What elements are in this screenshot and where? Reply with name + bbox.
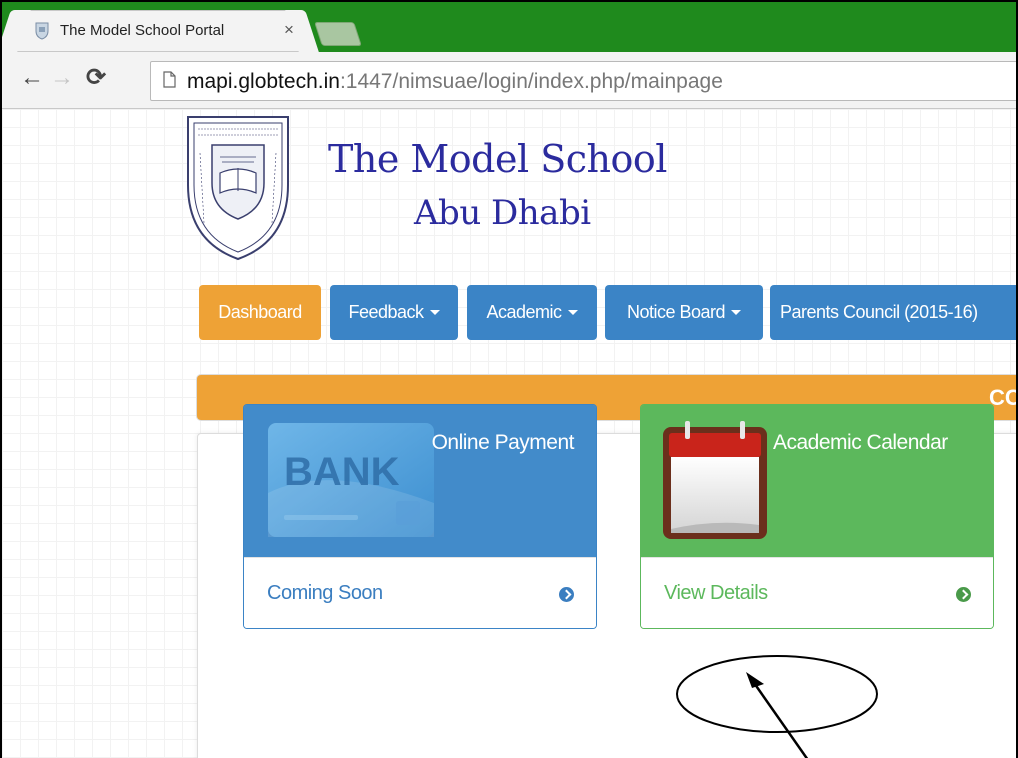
card-header: BANK Online Payment <box>244 405 596 557</box>
caret-down-icon <box>567 310 578 315</box>
school-logo[interactable] <box>182 113 294 263</box>
online-payment-card[interactable]: BANK Online Payment Coming Soon <box>243 404 597 629</box>
online-payment-title: Online Payment <box>431 431 575 454</box>
forward-arrow-icon[interactable]: → <box>50 66 74 90</box>
arrow-circle-right-icon[interactable] <box>956 587 971 602</box>
browser-tab[interactable]: The Model School Portal × <box>14 10 302 52</box>
address-bar[interactable]: mapi.globtech.in:1447/nimsuae/login/inde… <box>150 61 1016 101</box>
url-text: mapi.globtech.in:1447/nimsuae/login/inde… <box>187 70 723 94</box>
url-host: mapi.globtech.in <box>187 70 340 93</box>
nav-dashboard-button[interactable]: Dashboard <box>199 285 321 340</box>
view-details-link[interactable]: View Details <box>664 582 768 605</box>
tab-close-icon[interactable]: × <box>284 20 294 40</box>
back-arrow-icon[interactable]: ← <box>20 66 44 90</box>
nav-notice-board-dropdown[interactable]: Notice Board <box>605 285 763 340</box>
tab-title: The Model School Portal <box>60 22 225 39</box>
browser-toolbar: ← → ⟳ mapi.globtech.in:1447/nimsuae/logi… <box>2 52 1016 109</box>
school-city: Abu Dhabi <box>414 193 591 233</box>
card-header: Academic Calendar <box>641 405 993 557</box>
school-name: The Model School <box>328 137 667 181</box>
nav-academic-label: Academic <box>486 302 562 322</box>
url-path: :1447/nimsuae/login/index.php/mainpage <box>339 70 723 93</box>
coming-soon-link[interactable]: Coming Soon <box>267 582 383 605</box>
card-footer[interactable]: View Details <box>641 557 993 628</box>
new-tab-button[interactable] <box>314 22 362 46</box>
nav-feedback-label: Feedback <box>348 302 424 322</box>
caret-down-icon <box>429 310 440 315</box>
nav-dashboard-label: Dashboard <box>218 302 302 322</box>
tab-strip: The Model School Portal × <box>2 2 1016 52</box>
page-icon <box>163 71 176 88</box>
browser-window: The Model School Portal × ← → ⟳ mapi.glo… <box>0 0 1018 758</box>
academic-calendar-title: Academic Calendar <box>773 431 948 454</box>
nav-academic-dropdown[interactable]: Academic <box>467 285 597 340</box>
card-footer[interactable]: Coming Soon <box>244 557 596 628</box>
nav-parents-council-label: Parents Council (2015-16) <box>780 302 978 322</box>
caret-down-icon <box>731 310 742 315</box>
calendar-icon <box>663 421 767 539</box>
nav-feedback-dropdown[interactable]: Feedback <box>330 285 458 340</box>
reload-icon[interactable]: ⟳ <box>86 66 106 90</box>
bank-text: BANK <box>284 450 400 494</box>
nav-notice-board-label: Notice Board <box>626 302 726 322</box>
arrow-circle-right-icon[interactable] <box>559 587 574 602</box>
shield-favicon-icon <box>35 22 49 40</box>
bank-card-icon: BANK <box>268 423 434 537</box>
academic-calendar-card[interactable]: Academic Calendar View Details <box>640 404 994 629</box>
nav-parents-council-button[interactable]: Parents Council (2015-16) <box>770 285 1016 340</box>
